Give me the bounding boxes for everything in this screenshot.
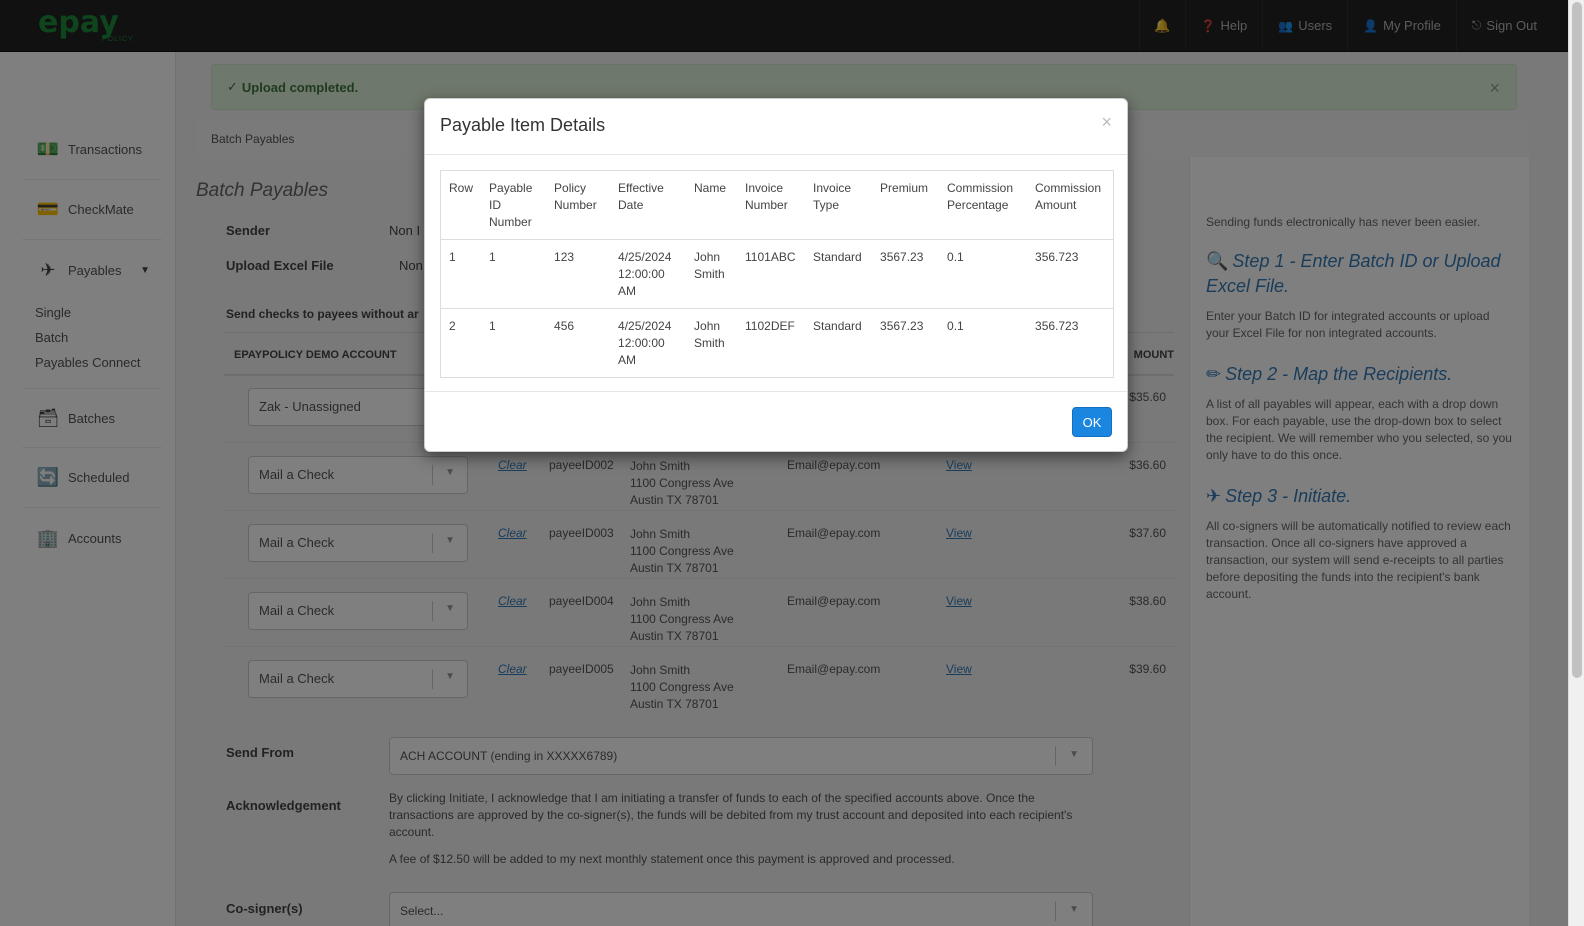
- table-header-row: Row Payable ID Number Policy Number Effe…: [440, 170, 1114, 240]
- cell-name: John Smith: [686, 239, 738, 309]
- col-commission-percentage: Commission Percentage: [939, 170, 1028, 240]
- scrollbar-thumb[interactable]: [1572, 2, 1582, 678]
- modal-title: Payable Item Details: [440, 115, 606, 135]
- cell-premium: 3567.23: [872, 239, 940, 309]
- col-name: Name: [686, 170, 738, 240]
- col-payable-id: Payable ID Number: [481, 170, 547, 240]
- cell-premium: 3567.23: [872, 308, 940, 378]
- col-invoice-number: Invoice Number: [737, 170, 806, 240]
- col-row: Row: [440, 170, 482, 240]
- col-commission-amount: Commission Amount: [1027, 170, 1114, 240]
- cell-name: John Smith: [686, 308, 738, 378]
- page-scrollbar[interactable]: [1568, 0, 1584, 926]
- col-premium: Premium: [872, 170, 940, 240]
- cell-row: 2: [440, 308, 482, 378]
- ok-button[interactable]: OK: [1072, 407, 1112, 437]
- modal-footer: OK: [425, 391, 1127, 451]
- cell-effective-date: 4/25/2024 12:00:00 AM: [610, 308, 687, 378]
- table-row: 1 1 123 4/25/2024 12:00:00 AM John Smith…: [440, 239, 1114, 309]
- cell-payable-id: 1: [481, 308, 547, 378]
- cell-commission-amount: 356.723: [1027, 308, 1114, 378]
- payable-item-details-modal: Payable Item Details × Row Payable ID Nu…: [424, 98, 1128, 452]
- modal-header: Payable Item Details ×: [425, 99, 1127, 155]
- cell-policy-number: 123: [546, 239, 611, 309]
- cell-invoice-number: 1102DEF: [737, 308, 806, 378]
- col-invoice-type: Invoice Type: [805, 170, 873, 240]
- modal-body: Row Payable ID Number Policy Number Effe…: [425, 155, 1127, 393]
- cell-commission-amount: 356.723: [1027, 239, 1114, 309]
- cell-row: 1: [440, 239, 482, 309]
- cell-invoice-type: Standard: [805, 239, 873, 309]
- col-effective-date: Effective Date: [610, 170, 687, 240]
- payable-details-table: Row Payable ID Number Policy Number Effe…: [440, 170, 1114, 378]
- cell-commission-percentage: 0.1: [939, 239, 1028, 309]
- col-policy-number: Policy Number: [546, 170, 611, 240]
- cell-policy-number: 456: [546, 308, 611, 378]
- cell-effective-date: 4/25/2024 12:00:00 AM: [610, 239, 687, 309]
- cell-commission-percentage: 0.1: [939, 308, 1028, 378]
- cell-invoice-number: 1101ABC: [737, 239, 806, 309]
- cell-payable-id: 1: [481, 239, 547, 309]
- table-row: 2 1 456 4/25/2024 12:00:00 AM John Smith…: [440, 308, 1114, 378]
- cell-invoice-type: Standard: [805, 308, 873, 378]
- modal-close-button[interactable]: ×: [1101, 112, 1112, 133]
